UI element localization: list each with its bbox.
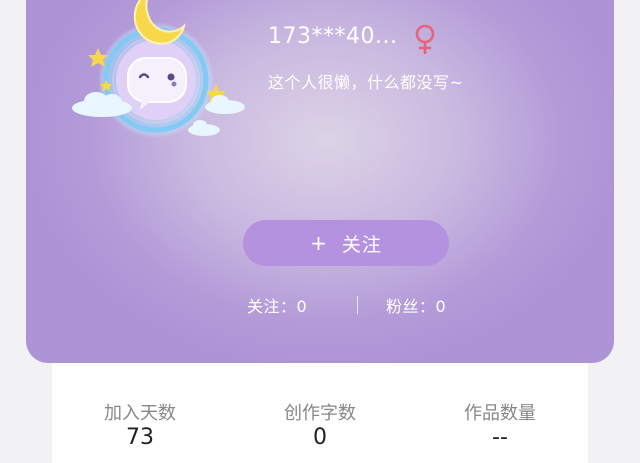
- plus-icon: +: [310, 231, 328, 255]
- follow-button-label: 关注: [341, 233, 382, 256]
- following-value: 0: [296, 297, 308, 316]
- avatar[interactable]: [70, 0, 245, 145]
- female-icon: [415, 24, 435, 54]
- following-count[interactable]: 关注：0: [247, 293, 307, 317]
- followers-value: 0: [435, 297, 447, 316]
- username: 173***40...: [268, 24, 398, 49]
- word-count-stat: 创作字数 0: [250, 399, 390, 450]
- divider: [357, 296, 358, 314]
- stat-label: 作品数量: [464, 403, 536, 424]
- stat-value: 0: [313, 425, 327, 450]
- bio: 这个人很懒，什么都没写~: [268, 73, 464, 92]
- follow-button[interactable]: + 关注: [243, 220, 449, 266]
- works-count-stat: 作品数量 --: [430, 399, 570, 450]
- stat-value: --: [492, 425, 508, 450]
- join-days-stat: 加入天数 73: [70, 399, 210, 450]
- followers-count[interactable]: 粉丝：0: [386, 293, 446, 317]
- stat-label: 加入天数: [104, 403, 176, 424]
- profile-card: 173***40... 这个人很懒，什么都没写~ + 关注 关注：0 粉丝：0: [26, 0, 614, 363]
- followers-label: 粉丝：: [386, 297, 436, 316]
- following-label: 关注：: [247, 297, 297, 316]
- stats-panel: 加入天数 73 创作字数 0 作品数量 --: [52, 363, 588, 463]
- stat-label: 创作字数: [284, 403, 356, 424]
- stat-value: 73: [126, 425, 154, 450]
